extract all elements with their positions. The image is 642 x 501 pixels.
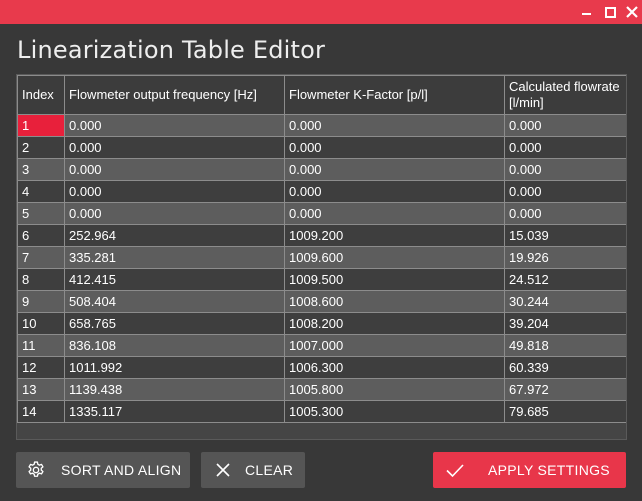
table-header-row: Index Flowmeter output frequency [Hz] Fl… bbox=[17, 75, 626, 115]
sort-and-align-button[interactable]: SORT AND ALIGN bbox=[16, 452, 190, 488]
index-cell[interactable]: 9 bbox=[17, 290, 65, 313]
title-bar bbox=[0, 0, 642, 24]
linearization-table: Index Flowmeter output frequency [Hz] Fl… bbox=[16, 74, 627, 440]
frequency-cell[interactable]: 1011.992 bbox=[64, 356, 285, 379]
flowrate-cell[interactable]: 19.926 bbox=[504, 246, 626, 269]
index-cell[interactable]: 2 bbox=[17, 136, 65, 159]
column-header-frequency: Flowmeter output frequency [Hz] bbox=[64, 75, 285, 115]
frequency-cell[interactable]: 1139.438 bbox=[64, 378, 285, 401]
data-table: Index Flowmeter output frequency [Hz] Fl… bbox=[17, 75, 626, 423]
flowrate-cell[interactable]: 49.818 bbox=[504, 334, 626, 357]
table-row[interactable]: 7 335.281 1009.600 19.926 bbox=[17, 246, 626, 269]
frequency-cell[interactable]: 335.281 bbox=[64, 246, 285, 269]
clear-button[interactable]: CLEAR bbox=[201, 452, 305, 488]
flowrate-cell[interactable]: 67.972 bbox=[504, 378, 626, 401]
frequency-cell[interactable]: 252.964 bbox=[64, 224, 285, 247]
k-factor-cell[interactable]: 0.000 bbox=[284, 136, 505, 159]
flowrate-cell[interactable]: 24.512 bbox=[504, 268, 626, 291]
clear-label: CLEAR bbox=[245, 462, 294, 478]
checkmark-icon bbox=[446, 464, 464, 478]
table-row[interactable]: 6 252.964 1009.200 15.039 bbox=[17, 224, 626, 247]
index-cell[interactable]: 7 bbox=[17, 246, 65, 269]
flowrate-cell[interactable]: 0.000 bbox=[504, 180, 626, 203]
frequency-cell[interactable]: 508.404 bbox=[64, 290, 285, 313]
sort-and-align-label: SORT AND ALIGN bbox=[61, 462, 182, 478]
frequency-cell[interactable]: 0.000 bbox=[64, 180, 285, 203]
flowrate-cell[interactable]: 0.000 bbox=[504, 114, 626, 137]
table-row[interactable]: 13 1139.438 1005.800 67.972 bbox=[17, 378, 626, 401]
k-factor-cell[interactable]: 1005.300 bbox=[284, 400, 505, 423]
table-row[interactable]: 4 0.000 0.000 0.000 bbox=[17, 180, 626, 203]
table-row[interactable]: 3 0.000 0.000 0.000 bbox=[17, 158, 626, 181]
table-row[interactable]: 8 412.415 1009.500 24.512 bbox=[17, 268, 626, 291]
x-icon bbox=[216, 463, 230, 477]
table-row[interactable]: 10 658.765 1008.200 39.204 bbox=[17, 312, 626, 335]
flowrate-cell[interactable]: 0.000 bbox=[504, 202, 626, 225]
index-cell[interactable]: 10 bbox=[17, 312, 65, 335]
k-factor-cell[interactable]: 1005.800 bbox=[284, 378, 505, 401]
index-cell[interactable]: 8 bbox=[17, 268, 65, 291]
minimize-icon[interactable] bbox=[578, 3, 596, 21]
k-factor-cell[interactable]: 1009.500 bbox=[284, 268, 505, 291]
flowrate-cell[interactable]: 0.000 bbox=[504, 158, 626, 181]
flowrate-cell[interactable]: 79.685 bbox=[504, 400, 626, 423]
flowrate-cell[interactable]: 30.244 bbox=[504, 290, 626, 313]
table-row[interactable]: 5 0.000 0.000 0.000 bbox=[17, 202, 626, 225]
index-cell[interactable]: 5 bbox=[17, 202, 65, 225]
index-cell[interactable]: 6 bbox=[17, 224, 65, 247]
column-header-flowrate: Calculated flowrate [l/min] bbox=[504, 75, 626, 115]
index-cell[interactable]: 12 bbox=[17, 356, 65, 379]
maximize-icon[interactable] bbox=[601, 3, 619, 21]
table-row[interactable]: 2 0.000 0.000 0.000 bbox=[17, 136, 626, 159]
frequency-cell[interactable]: 0.000 bbox=[64, 202, 285, 225]
k-factor-cell[interactable]: 0.000 bbox=[284, 180, 505, 203]
frequency-cell[interactable]: 0.000 bbox=[64, 158, 285, 181]
column-header-index: Index bbox=[17, 75, 65, 115]
table-row[interactable]: 12 1011.992 1006.300 60.339 bbox=[17, 356, 626, 379]
frequency-cell[interactable]: 412.415 bbox=[64, 268, 285, 291]
apply-settings-label: APPLY SETTINGS bbox=[488, 462, 610, 478]
index-cell[interactable]: 11 bbox=[17, 334, 65, 357]
frequency-cell[interactable]: 1335.117 bbox=[64, 400, 285, 423]
frequency-cell[interactable]: 658.765 bbox=[64, 312, 285, 335]
table-row[interactable]: 14 1335.117 1005.300 79.685 bbox=[17, 400, 626, 423]
k-factor-cell[interactable]: 1006.300 bbox=[284, 356, 505, 379]
table-body: 1 0.000 0.000 0.000 2 0.000 0.000 0.000 3 0.000 0.… bbox=[17, 114, 626, 423]
table-row[interactable]: 1 0.000 0.000 0.000 bbox=[17, 114, 626, 137]
table-row[interactable]: 9 508.404 1008.600 30.244 bbox=[17, 290, 626, 313]
k-factor-cell[interactable]: 1009.600 bbox=[284, 246, 505, 269]
frequency-cell[interactable]: 0.000 bbox=[64, 114, 285, 137]
gear-icon bbox=[28, 461, 44, 477]
k-factor-cell[interactable]: 1009.200 bbox=[284, 224, 505, 247]
flowrate-cell[interactable]: 0.000 bbox=[504, 136, 626, 159]
k-factor-cell[interactable]: 1007.000 bbox=[284, 334, 505, 357]
k-factor-cell[interactable]: 1008.600 bbox=[284, 290, 505, 313]
index-cell[interactable]: 13 bbox=[17, 378, 65, 401]
apply-settings-button[interactable]: APPLY SETTINGS bbox=[433, 452, 626, 488]
k-factor-cell[interactable]: 0.000 bbox=[284, 202, 505, 225]
frequency-cell[interactable]: 836.108 bbox=[64, 334, 285, 357]
k-factor-cell[interactable]: 0.000 bbox=[284, 158, 505, 181]
table-row[interactable]: 11 836.108 1007.000 49.818 bbox=[17, 334, 626, 357]
index-cell[interactable]: 4 bbox=[17, 180, 65, 203]
linearization-table-window: Linearization Table Editor Index Flowmet… bbox=[0, 0, 642, 501]
page-title: Linearization Table Editor bbox=[17, 36, 326, 64]
flowrate-cell[interactable]: 15.039 bbox=[504, 224, 626, 247]
flowrate-cell[interactable]: 39.204 bbox=[504, 312, 626, 335]
index-cell[interactable]: 3 bbox=[17, 158, 65, 181]
frequency-cell[interactable]: 0.000 bbox=[64, 136, 285, 159]
column-header-k-factor: Flowmeter K-Factor [p/l] bbox=[284, 75, 505, 115]
index-cell[interactable]: 1 bbox=[17, 114, 65, 137]
close-icon[interactable] bbox=[623, 3, 641, 21]
k-factor-cell[interactable]: 0.000 bbox=[284, 114, 505, 137]
flowrate-cell[interactable]: 60.339 bbox=[504, 356, 626, 379]
k-factor-cell[interactable]: 1008.200 bbox=[284, 312, 505, 335]
index-cell[interactable]: 14 bbox=[17, 400, 65, 423]
